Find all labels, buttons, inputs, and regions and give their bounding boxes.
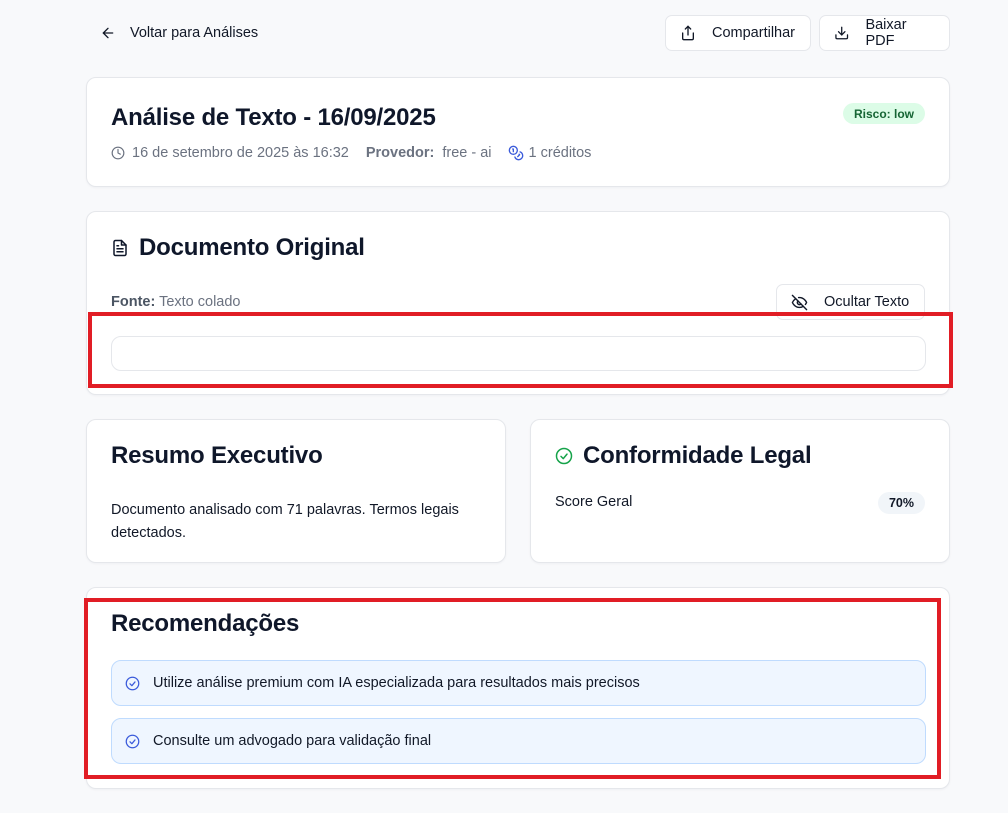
back-label: Voltar para Análises (130, 25, 259, 41)
document-text-box[interactable] (111, 336, 926, 371)
risk-badge: Risco: low (842, 103, 925, 124)
check-circle-icon (125, 734, 140, 748)
check-circle-icon (555, 447, 573, 465)
document-section-title: Documento Original (111, 234, 365, 262)
eye-off-icon (791, 294, 808, 310)
share-label: Compartilhar (712, 25, 795, 41)
summary-title: Resumo Executivo (111, 442, 323, 469)
source-value: Texto colado (159, 294, 241, 310)
original-document-card: Documento Original Fonte: Texto colado O… (86, 211, 950, 395)
recommendation-item: Consulte um advogado para validação fina… (111, 718, 926, 764)
hide-text-button[interactable]: Ocultar Texto (776, 284, 925, 320)
recommendation-item: Utilize análise premium com IA especiali… (111, 660, 926, 706)
share-upload-icon (682, 25, 694, 41)
analysis-header-card: Análise de Texto - 16/09/2025 Risco: low… (86, 77, 950, 187)
document-source: Fonte: Texto colado (111, 294, 241, 310)
share-button[interactable]: Compartilhar (665, 15, 811, 51)
download-pdf-button[interactable]: Baixar PDF (819, 15, 950, 51)
summary-text: Documento analisado com 71 palavras. Ter… (111, 502, 459, 541)
document-title-text: Documento Original (139, 234, 365, 261)
download-pdf-label: Baixar PDF (865, 17, 907, 49)
score-badge: 70% (877, 492, 925, 514)
clock-icon (111, 146, 125, 160)
recommendation-text: Consulte um advogado para validação fina… (153, 733, 432, 749)
download-icon (835, 26, 849, 40)
analysis-meta: 16 de setembro de 2025 às 16:32 Provedor… (111, 144, 591, 162)
provider-label: Provedor: (365, 145, 435, 161)
provider-value: free - ai (442, 145, 492, 161)
credits-value: 1 créditos (528, 145, 592, 161)
coins-icon (508, 145, 523, 161)
compliance-section-title: Conformidade Legal (555, 442, 812, 470)
recommendations-title: Recomendações (111, 610, 300, 637)
legal-compliance-card: Conformidade Legal Score Geral 70% (530, 419, 950, 563)
compliance-title-text: Conformidade Legal (583, 442, 812, 469)
source-label: Fonte: (111, 294, 156, 310)
analysis-date: 16 de setembro de 2025 às 16:32 (132, 145, 349, 161)
executive-summary-card: Resumo Executivo Documento analisado com… (86, 419, 506, 563)
top-bar: Voltar para Análises Compartilhar Baixar… (0, 0, 1008, 66)
recommendation-text: Utilize análise premium com IA especiali… (153, 675, 640, 691)
recommendations-card: Recomendações Utilize análise premium co… (86, 587, 950, 789)
file-text-icon (113, 239, 127, 257)
back-to-analyses-link[interactable]: Voltar para Análises (100, 22, 258, 44)
score-label: Score Geral (555, 494, 633, 510)
arrow-left-icon (102, 27, 114, 39)
page-title: Análise de Texto - 16/09/2025 (111, 104, 436, 131)
credits-info: 1 créditos (508, 145, 592, 161)
hide-text-label: Ocultar Texto (824, 294, 910, 310)
check-circle-icon (125, 676, 140, 690)
